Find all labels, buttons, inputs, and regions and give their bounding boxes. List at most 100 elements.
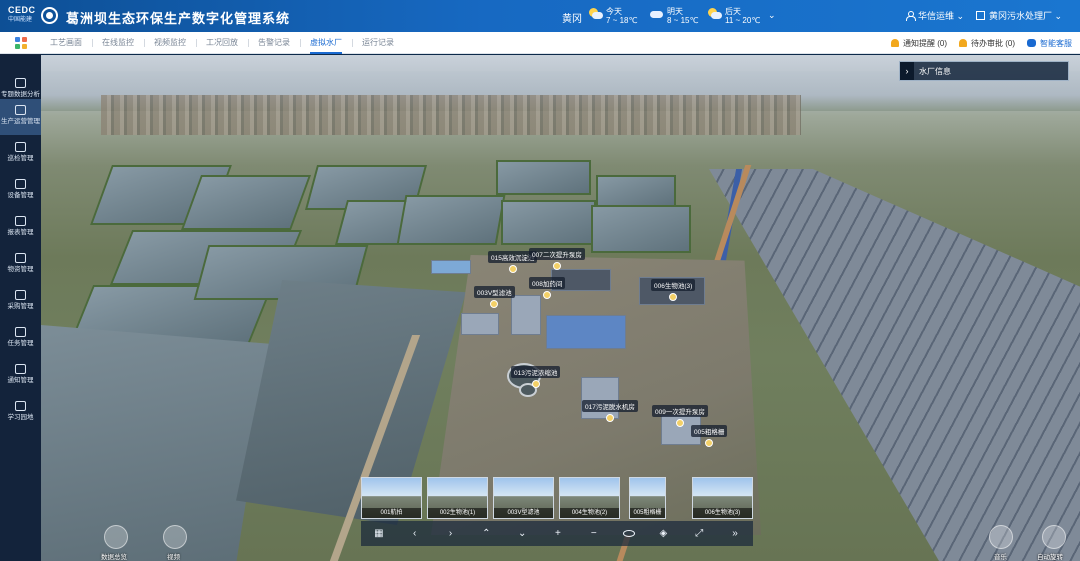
data-overview-label: 数据总览 (101, 554, 127, 561)
assistant-button[interactable]: 智能客服 (1027, 38, 1072, 49)
sidebar-item-learning[interactable]: 学习园地 (0, 395, 41, 431)
weather-expand-icon[interactable]: ⌄ (768, 10, 776, 21)
app-header: CEDC 中国能建 葛洲坝生态环保生产数字化管理系统 黄冈 今天 7 ~ 18℃ … (0, 0, 1080, 32)
thumbnail-001[interactable]: 001航拍 (361, 477, 422, 519)
autoplay-icon[interactable]: » (728, 528, 742, 539)
inspection-icon (15, 142, 26, 152)
robot-icon (1027, 39, 1036, 47)
tab-video-monitor[interactable]: 视频监控 (144, 32, 196, 54)
sidebar-item-notice[interactable]: 通知管理 (0, 358, 41, 394)
location-pin-icon (531, 380, 540, 388)
marker-006[interactable]: 006生物池(3) (651, 279, 696, 301)
fish-pond (396, 195, 506, 245)
notice-icon (15, 364, 26, 374)
sidebar-item-task[interactable]: 任务管理 (0, 321, 41, 357)
apps-grid-icon[interactable] (15, 37, 27, 49)
building (546, 315, 626, 349)
building (431, 260, 471, 274)
marker-007[interactable]: 007二次提升泵房 (529, 248, 585, 270)
tab-virtual-plant[interactable]: 虚拟水厂 (300, 32, 352, 54)
location-pin-icon (490, 300, 499, 308)
building (511, 295, 541, 335)
viewer-controls: ▦ ‹ › ⌃ ⌄ + − ◈ ⤢ » (361, 521, 753, 546)
sidebar-item-report[interactable]: 报表管理 (0, 210, 41, 246)
user-icon (906, 11, 916, 21)
sun-cloud-icon (708, 8, 722, 20)
gyroscope-icon[interactable]: ◈ (656, 528, 670, 539)
cloud-icon (650, 8, 664, 20)
purchase-icon (15, 290, 26, 300)
fish-pond (591, 205, 691, 253)
music-button[interactable] (989, 525, 1013, 549)
sidebar-item-production[interactable]: 生产运营管理 (0, 99, 41, 135)
user-menu[interactable]: 华信运维 ⌄ (906, 9, 964, 22)
town-area (101, 95, 801, 135)
materials-icon (15, 253, 26, 263)
marker-008[interactable]: 008加药间 (529, 277, 566, 299)
chevron-right-icon[interactable]: › (900, 62, 914, 80)
location-pin-icon (552, 262, 561, 270)
chevron-left-icon[interactable]: ‹ (408, 528, 422, 539)
plant-info-panel[interactable]: › 水厂信息 (899, 61, 1069, 81)
zoom-in-icon[interactable]: + (551, 528, 565, 539)
todo-button[interactable]: 待办审批 (0) (959, 38, 1015, 49)
marker-017[interactable]: 017污泥脱水机房 (582, 400, 638, 422)
thumbnail-005[interactable]: 005粗格栅 (629, 477, 666, 519)
zoom-out-icon[interactable]: − (587, 528, 601, 539)
fish-pond (180, 175, 312, 230)
auto-rotate-button[interactable] (1042, 525, 1066, 549)
marker-009[interactable]: 009一次提升泵房 (652, 405, 708, 427)
plant-selector[interactable]: 黄冈污水处理厂 ⌄ (976, 9, 1062, 22)
weather-day-after: 后天 11 ~ 20℃ (708, 5, 768, 27)
logo-subtext: 中国能建 (8, 17, 33, 23)
thumbnails-toggle-icon[interactable]: ▦ (372, 528, 386, 539)
thumbnail-006[interactable]: 006生物池(3) (692, 477, 753, 519)
tab-playback[interactable]: 工况回放 (196, 32, 248, 54)
fish-pond (496, 160, 591, 195)
tab-online-monitor[interactable]: 在线监控 (92, 32, 144, 54)
notice-button[interactable]: 通知提醒 (0) (891, 38, 947, 49)
view-icon[interactable] (622, 530, 635, 537)
sidebar: 专题数据分析 生产运营管理 巡检管理 设备管理 报表管理 物资管理 采购管理 任… (0, 54, 41, 561)
tab-alarms[interactable]: 告警记录 (248, 32, 300, 54)
building (461, 313, 499, 335)
marker-005[interactable]: 005粗格栅 (691, 425, 728, 447)
logo-text: CEDC (8, 5, 36, 15)
book-icon (15, 401, 26, 411)
sidebar-item-inspection[interactable]: 巡检管理 (0, 136, 41, 172)
weather-tomorrow: 明天 8 ~ 15℃ (650, 5, 710, 27)
video-button[interactable] (163, 525, 187, 549)
location-pin-icon (705, 439, 714, 447)
auto-rotate-label: 自动旋转 (1037, 554, 1063, 561)
fish-pond (596, 175, 676, 207)
location-pin-icon (605, 414, 614, 422)
chevron-down-icon[interactable]: ⌄ (515, 528, 529, 539)
nav-actions: 通知提醒 (0) 待办审批 (0) 智能客服 (879, 32, 1072, 54)
sidebar-item-materials[interactable]: 物资管理 (0, 247, 41, 283)
weather-today: 今天 7 ~ 18℃ (589, 5, 649, 27)
thumbnail-003[interactable]: 003V型滤池 (493, 477, 554, 519)
emblem-icon (41, 7, 58, 24)
data-overview-button[interactable] (104, 525, 128, 549)
task-icon (15, 327, 26, 337)
production-icon (15, 105, 26, 115)
large-pond (41, 325, 271, 561)
video-label: 视频 (167, 554, 180, 561)
location-pin-icon (543, 291, 552, 299)
thumbnail-004[interactable]: 004生物池(2) (559, 477, 620, 519)
bell-icon (891, 39, 899, 47)
marker-013[interactable]: 013污泥浓缩池 (511, 366, 561, 388)
chart-icon (15, 78, 26, 88)
chevron-up-icon[interactable]: ⌃ (479, 528, 493, 539)
tab-run-log[interactable]: 运行记录 (352, 32, 404, 54)
chevron-right-icon[interactable]: › (444, 528, 458, 539)
thumbnail-002[interactable]: 002生物池(1) (427, 477, 488, 519)
sidebar-item-equipment[interactable]: 设备管理 (0, 173, 41, 209)
approval-icon (959, 39, 967, 47)
location-pin-icon (669, 293, 678, 301)
sidebar-item-purchase[interactable]: 采购管理 (0, 284, 41, 320)
fullscreen-icon[interactable]: ⤢ (692, 528, 706, 539)
tab-process[interactable]: 工艺画面 (40, 32, 92, 54)
fish-pond (501, 200, 596, 245)
marker-003[interactable]: 003V型滤池 (474, 286, 515, 308)
